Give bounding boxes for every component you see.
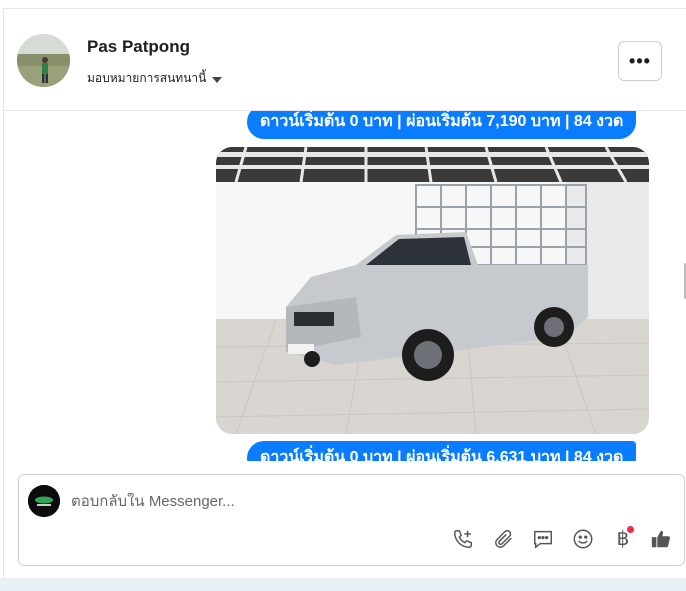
notification-dot: [627, 526, 634, 533]
conversation-window: Pas Patpong มอบหมายการสนทนานี้ ••• ดาวน์…: [3, 8, 686, 579]
thumbs-up-icon[interactable]: [649, 527, 673, 551]
message-bubble[interactable]: ดาวน์เริ่มต้น 0 บาท | ผ่อนเริ่มต้น 6,631…: [247, 441, 637, 461]
message-list: ดาวน์เริ่มต้น 0 บาท | ผ่อนเริ่มต้น 7,190…: [4, 111, 686, 461]
message-bubble[interactable]: ดาวน์เริ่มต้น 0 บาท | ผ่อนเริ่มต้น 7,190…: [247, 111, 637, 139]
more-options-button[interactable]: •••: [618, 41, 662, 81]
truck-photo: [216, 147, 649, 434]
caret-down-icon: [212, 76, 223, 83]
assign-conversation-label: มอบหมายการสนทนานี้: [87, 71, 207, 85]
page-footer-strip: [0, 578, 686, 591]
page-avatar: [28, 485, 60, 517]
conversation-header: Pas Patpong มอบหมายการสนทนานี้ •••: [4, 9, 686, 111]
paperclip-icon[interactable]: [492, 527, 516, 551]
reply-composer: ฿: [18, 474, 685, 566]
contact-avatar[interactable]: [17, 34, 70, 87]
saved-reply-icon[interactable]: [531, 527, 555, 551]
emoji-icon[interactable]: [571, 527, 595, 551]
assign-conversation-dropdown[interactable]: มอบหมายการสนทนานี้: [87, 69, 223, 88]
phone-add-icon[interactable]: [451, 527, 475, 551]
more-options-icon: •••: [629, 50, 651, 71]
reply-input[interactable]: [71, 493, 591, 510]
message-image[interactable]: [216, 147, 649, 434]
contact-name[interactable]: Pas Patpong: [87, 37, 190, 57]
